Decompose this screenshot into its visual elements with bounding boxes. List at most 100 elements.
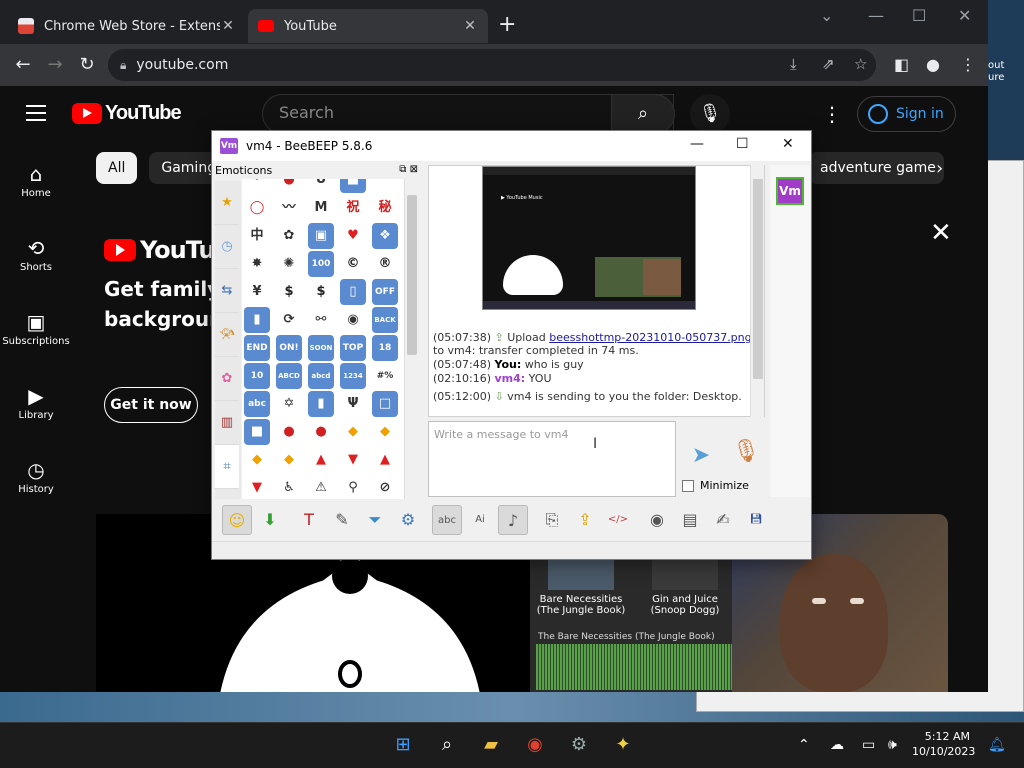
nav-history[interactable]: ◷ History (0, 438, 72, 512)
emoticon[interactable]: TOP (340, 335, 366, 361)
chrome-icon[interactable]: ◉ (521, 731, 549, 759)
emoticon[interactable]: ▮ (244, 307, 270, 333)
display-icon[interactable]: ▭ (862, 737, 875, 753)
music-note-icon[interactable]: ♪ (498, 505, 528, 535)
emoticon[interactable]: ▮ (308, 391, 334, 417)
close-icon[interactable]: ✕ (958, 6, 971, 25)
emoticon[interactable]: ▼ (244, 475, 270, 499)
spellcheck-icon[interactable]: abc (432, 505, 462, 535)
emoticon[interactable]: ⊘ (372, 475, 398, 499)
file-explorer-icon[interactable]: ▰ (477, 731, 505, 759)
side-panel-icon[interactable]: ◧ (894, 55, 909, 74)
emoticon[interactable]: abc (244, 391, 270, 417)
emoticon[interactable]: 18 (372, 335, 398, 361)
emoticon[interactable]: ⟳ (276, 307, 302, 333)
emoticon[interactable]: ♿ (276, 475, 302, 499)
close-icon[interactable]: ✕ (782, 136, 794, 152)
emoticon[interactable]: 祝 (340, 195, 366, 221)
emoticon[interactable]: © (340, 251, 366, 277)
emoticon[interactable]: 中 (244, 223, 270, 249)
tab-arrows-icon[interactable]: ⇆ (215, 269, 239, 313)
emoticon[interactable]: END (244, 335, 270, 361)
emoticon[interactable]: ▲ (308, 447, 334, 473)
emoticon[interactable]: #% (372, 363, 398, 389)
user-avatar[interactable]: Vm (776, 177, 804, 205)
screenshot-icon[interactable]: ◉ (642, 505, 672, 535)
settings-icon[interactable]: ⚙ (565, 731, 593, 759)
search-button[interactable]: ⌕ (611, 94, 675, 134)
emoticon[interactable]: ◉ (340, 307, 366, 333)
ai-icon[interactable]: Ai (465, 505, 495, 535)
close-tab-icon[interactable]: ✕ (220, 18, 236, 34)
close-banner-icon[interactable]: ✕ (930, 218, 952, 248)
send-folder-icon[interactable]: ⇪ (570, 505, 600, 535)
nav-subscriptions[interactable]: ▣ Subscriptions (0, 290, 72, 364)
emoticon[interactable]: ✿ (276, 223, 302, 249)
dock-close-icons[interactable]: ⧉ ⊠ (399, 164, 418, 175)
volume-icon[interactable]: 🕪︎ (888, 737, 897, 753)
tab-flower-icon[interactable]: ✿ (215, 357, 239, 401)
notes-icon[interactable]: ✍ (708, 505, 738, 535)
emoticon[interactable]: 1234 (340, 363, 366, 389)
omnibox[interactable]: 🔒︎ youtube.com ⤓ ⇗ ☆ (108, 49, 876, 81)
emoticon[interactable]: $ (308, 279, 334, 305)
emoticon[interactable]: OFF (372, 279, 398, 305)
minimize-icon[interactable]: — (690, 136, 704, 152)
emoticon[interactable]: ▣ (308, 223, 334, 249)
emoticon[interactable]: ◆ (276, 447, 302, 473)
profile-icon[interactable]: ● (926, 55, 940, 74)
emoticon[interactable]: ◆ (372, 419, 398, 445)
chip-all[interactable]: All (96, 152, 138, 184)
tab-youtube[interactable]: YouTube ✕ (248, 9, 488, 43)
emoticon[interactable]: abcd (308, 363, 334, 389)
emoticon[interactable]: 秘 (372, 195, 398, 221)
emoticon[interactable]: ▲ (372, 447, 398, 473)
system-clock[interactable]: 5:12 AM 10/10/2023 (912, 729, 975, 759)
emoticon-scrollbar[interactable] (404, 179, 418, 499)
chip-adventure-game[interactable]: adventure game (808, 152, 944, 184)
emoticon[interactable]: ● (276, 179, 302, 193)
minimize-icon[interactable]: — (868, 6, 884, 25)
music-card[interactable]: Gin and Juice (Snoop Dogg) (634, 556, 736, 622)
emoticon[interactable]: ◯ (244, 195, 270, 221)
nav-home[interactable]: ⌂ Home (0, 142, 72, 216)
youtube-logo[interactable]: YouTube (72, 102, 182, 125)
settings-gear-icon[interactable]: ⚙ (393, 505, 423, 535)
emoticon[interactable]: ⚲ (340, 475, 366, 499)
text-format-icon[interactable]: T (294, 505, 324, 535)
emoticon[interactable]: ⚯ (308, 307, 334, 333)
message-input[interactable]: Write a message to vm4 I (428, 421, 676, 497)
voice-search-mic-icon[interactable]: 🎙︎ (690, 94, 730, 134)
chevron-right-icon[interactable]: › (936, 158, 943, 179)
emoticon[interactable]: ❖ (372, 223, 398, 249)
emoticon[interactable]: M (308, 195, 334, 221)
checkbox[interactable] (682, 479, 694, 492)
emoticon[interactable]: 〰 (276, 195, 302, 221)
reload-icon[interactable]: ↻ (74, 53, 100, 77)
emoticon[interactable]: ● (276, 419, 302, 445)
chevron-up-icon[interactable]: ⌃ (798, 737, 810, 753)
music-card[interactable]: Bare Necessities (The Jungle Book) (530, 556, 632, 622)
emoticon[interactable]: □ (372, 391, 398, 417)
emoticon[interactable]: ■ (244, 419, 270, 445)
send-message-button[interactable]: ➤ (684, 443, 718, 471)
code-icon[interactable]: </> (603, 505, 633, 535)
chat-scrollbar[interactable] (750, 165, 764, 417)
emoticon[interactable]: ▼ (340, 447, 366, 473)
emoticon[interactable] (372, 179, 398, 193)
maximize-icon[interactable]: ☐ (736, 136, 749, 152)
emoticon[interactable]: ● (308, 419, 334, 445)
back-icon[interactable]: ← (10, 53, 36, 77)
voice-message-button[interactable]: 🎙︎ (732, 439, 760, 473)
nav-library[interactable]: ▶ Library (0, 364, 72, 438)
tab-symbols-icon[interactable]: ⌗ (215, 445, 239, 489)
emoticon[interactable]: ✡ (276, 391, 302, 417)
search-icon[interactable]: ⌕ (433, 731, 461, 759)
emoticon[interactable]: ⚠ (308, 475, 334, 499)
shared-screenshot-image[interactable]: ▶ YouTube Music (482, 166, 696, 310)
emoticon[interactable]: ■ (340, 179, 366, 193)
emoticon[interactable]: U (308, 179, 334, 193)
tab-star-icon[interactable]: ★ (215, 181, 239, 225)
maximize-icon[interactable]: ☐ (912, 6, 926, 25)
smiley-icon[interactable]: ☺ (222, 505, 252, 535)
